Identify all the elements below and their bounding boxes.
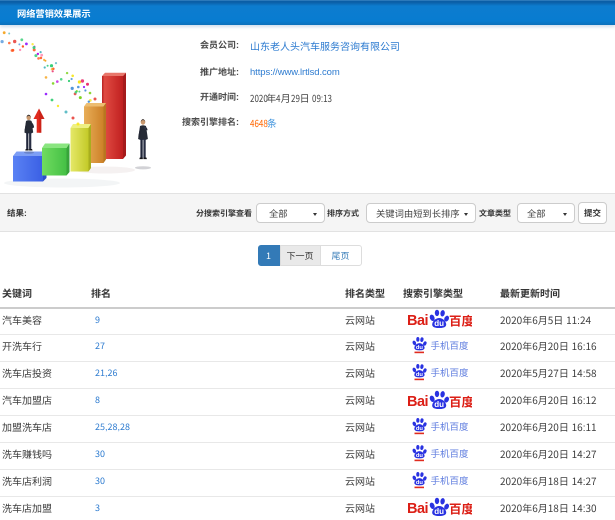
svg-text:百度: 百度 [449, 391, 472, 410]
svg-text:du: du [416, 476, 424, 485]
svg-text:Bai: Bai [408, 497, 428, 517]
svg-text:手机百度: 手机百度 [431, 338, 470, 352]
svg-text:du: du [416, 342, 424, 351]
svg-text:百度: 百度 [449, 499, 472, 518]
svg-text:du: du [416, 449, 424, 458]
svg-text:du: du [434, 506, 444, 517]
svg-text:百度: 百度 [449, 311, 472, 330]
svg-text:du: du [434, 318, 444, 329]
svg-text:du: du [434, 398, 444, 409]
svg-text:du: du [416, 369, 424, 378]
svg-text:Bai: Bai [408, 390, 428, 410]
svg-text:手机百度: 手机百度 [431, 365, 470, 379]
svg-text:手机百度: 手机百度 [431, 472, 470, 486]
svg-text:手机百度: 手机百度 [431, 445, 470, 459]
svg-text:du: du [416, 422, 424, 431]
svg-text:手机百度: 手机百度 [431, 418, 470, 432]
svg-text:Bai: Bai [408, 309, 428, 329]
